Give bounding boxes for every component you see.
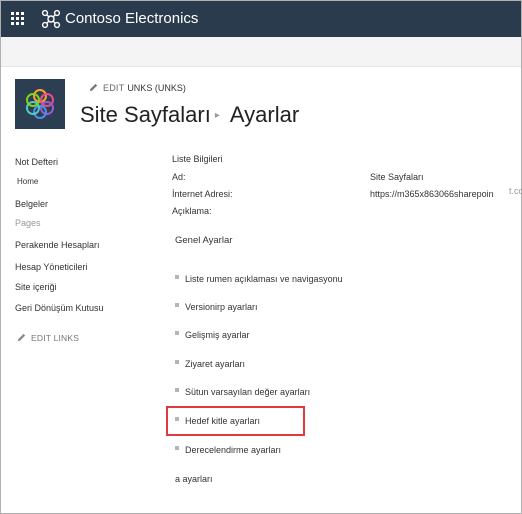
nav-item-geri-donusum-kutusu[interactable]: Geri Dönüşüm Kutusu	[15, 303, 104, 313]
bullet-icon	[175, 275, 179, 279]
app-launcher-icon[interactable]	[11, 12, 25, 26]
site-title-link[interactable]: Site Sayfaları	[80, 102, 211, 128]
nav-item-perakende-hesaplari[interactable]: Perakende Hesapları	[15, 240, 100, 250]
nav-item-site-icerigi[interactable]: Site içeriği	[15, 282, 57, 292]
pencil-icon	[89, 83, 98, 92]
setting-link[interactable]: Versionirp ayarları	[185, 302, 258, 312]
bullet-icon	[175, 446, 179, 450]
setting-visit[interactable]: Ziyaret ayarları	[175, 359, 245, 369]
bullet-icon	[175, 388, 179, 392]
breadcrumb-separator-icon: ▸	[214, 110, 220, 121]
nav-item-home[interactable]: Home	[17, 177, 38, 186]
setting-rating[interactable]: Derecelendirme ayarları	[175, 445, 281, 455]
name-value: Site Sayfaları	[370, 172, 424, 182]
edit-links-label: EDIT LINKS	[31, 332, 80, 343]
general-settings-heading: Genel Ayarlar	[175, 235, 233, 246]
nav-item-hesap-yoneticileri[interactable]: Hesap Yöneticileri	[15, 262, 87, 272]
list-info-heading: Liste Bilgileri	[172, 154, 223, 164]
setting-link[interactable]: Gelişmiş ayarlar	[185, 330, 250, 340]
bullet-icon	[175, 303, 179, 307]
address-overflow: t.co	[509, 186, 522, 196]
setting-column-default-values[interactable]: Sütun varsayılan değer ayarları	[175, 387, 310, 397]
edit-title-link[interactable]: EDIT UNKS (UNKS)	[88, 82, 186, 93]
site-logo[interactable]	[15, 79, 65, 129]
nav-item-pages[interactable]: Pages	[15, 218, 41, 228]
page-title-row: Site Sayfaları ▸ Ayarlar	[80, 102, 299, 128]
setting-list-description-navigation[interactable]: Liste rumen açıklaması ve navigasyonu	[175, 274, 343, 284]
page-title: Ayarlar	[229, 102, 300, 127]
setting-link[interactable]: Derecelendirme ayarları	[185, 445, 281, 455]
site-tag: UNKS (UNKS)	[127, 82, 186, 93]
suite-bar: Contoso Electronics	[1, 1, 521, 37]
name-label: Ad:	[172, 172, 186, 182]
setting-advanced[interactable]: Gelişmiş ayarlar	[175, 330, 250, 340]
setting-link[interactable]: Liste rumen açıklaması ve navigasyonu	[185, 274, 343, 284]
edit-label: EDIT	[103, 82, 125, 93]
address-label: İnternet Adresi:	[172, 189, 233, 199]
nav-item-not-defteri[interactable]: Not Defteri	[15, 157, 58, 167]
setting-link[interactable]: Ziyaret ayarları	[185, 359, 245, 369]
site-logo-icon	[26, 89, 54, 119]
command-bar	[1, 37, 521, 67]
description-label: Açıklama:	[172, 206, 212, 216]
highlight-box	[166, 406, 305, 436]
setting-trailing-link[interactable]: a ayarları	[175, 474, 213, 484]
setting-link[interactable]: Sütun varsayılan değer ayarları	[185, 387, 310, 397]
address-value: https://m365x863066sharepoin	[370, 189, 494, 199]
brand-name[interactable]: Contoso Electronics	[65, 10, 198, 27]
nav-item-belgeler[interactable]: Belgeler	[15, 199, 48, 209]
edit-links-button[interactable]: EDIT LINKS	[16, 332, 79, 343]
contoso-logo-icon	[41, 9, 61, 29]
bullet-icon	[175, 331, 179, 335]
bullet-icon	[175, 360, 179, 364]
setting-versioning[interactable]: Versionirp ayarları	[175, 302, 258, 312]
window-frame	[0, 0, 522, 514]
pencil-icon	[17, 333, 26, 342]
